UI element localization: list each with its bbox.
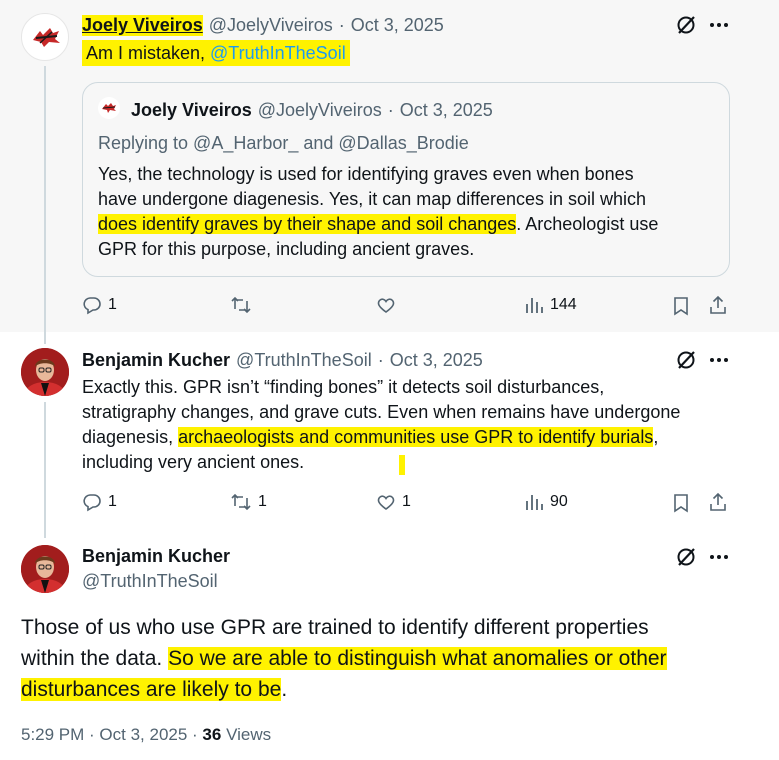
separator-dot: · xyxy=(338,15,345,35)
views-icon xyxy=(524,295,544,315)
like-icon xyxy=(376,492,396,512)
tweet-line-post: , xyxy=(653,427,659,447)
avatar[interactable] xyxy=(21,348,69,396)
quote-line: does identify graves by their shape and … xyxy=(98,212,718,237)
tweet-timestamp: 5:29 PM · Oct 3, 2025 · 36 Views xyxy=(21,725,271,745)
author-handle[interactable]: @TruthInTheSoil xyxy=(82,571,218,592)
highlighted-text: does identify graves by their shape and … xyxy=(98,214,517,234)
retweet-icon xyxy=(230,295,252,315)
highlighted-text: So we are able to distinguish what anoma… xyxy=(168,647,667,670)
tweet-time[interactable]: 5:29 PM · Oct 3, 2025 · xyxy=(21,725,202,744)
avatar[interactable] xyxy=(21,13,69,61)
author-name[interactable]: Benjamin Kucher xyxy=(82,546,230,567)
tweet-line-pre: within the data. xyxy=(21,647,169,670)
tweet-line: disturbances are likely to be. xyxy=(21,674,761,705)
tweet-3-text: Those of us who use GPR are trained to i… xyxy=(21,612,761,705)
views-icon xyxy=(524,492,544,512)
quote-line: GPR for this purpose, including ancient … xyxy=(98,239,475,259)
author-name[interactable]: Benjamin Kucher xyxy=(82,350,230,371)
more-icon[interactable] xyxy=(708,546,730,568)
views-count: 90 xyxy=(550,493,568,510)
quote-text: Yes, the technology is used for identify… xyxy=(98,162,718,262)
quote-line-rest: . Archeologist use xyxy=(516,214,659,234)
reply-button[interactable]: 1 xyxy=(82,295,117,315)
retweet-button[interactable] xyxy=(230,295,258,315)
tweet-date[interactable]: Oct 3, 2025 xyxy=(351,15,444,36)
more-icon[interactable] xyxy=(708,349,730,371)
separator-dot: · xyxy=(387,100,394,120)
tweet-date[interactable]: Oct 3, 2025 xyxy=(390,350,483,371)
quote-header: Joely Viveiros @JoelyViveiros · Oct 3, 2… xyxy=(131,100,493,121)
retweet-count: 1 xyxy=(258,493,267,510)
quote-avatar xyxy=(98,97,120,119)
replying-to: Replying to @A_Harbor_ and @Dallas_Brodi… xyxy=(98,133,469,153)
retweet-icon xyxy=(230,492,252,512)
reply-button[interactable]: 1 xyxy=(82,492,117,512)
tweet-2-text: Exactly this. GPR isn’t “finding bones” … xyxy=(82,375,742,475)
quote-author-handle: @JoelyViveiros xyxy=(257,100,382,120)
thread-line xyxy=(44,66,46,344)
bookmark-icon[interactable] xyxy=(672,296,690,316)
reply-count: 1 xyxy=(108,296,117,313)
like-button[interactable] xyxy=(376,295,402,315)
reply-count: 1 xyxy=(108,493,117,510)
grok-icon[interactable] xyxy=(675,546,697,568)
more-icon[interactable] xyxy=(708,14,730,36)
tweet-2-header: Benjamin Kucher @TruthInTheSoil · Oct 3,… xyxy=(82,348,483,373)
tweet-line-pre: diagenesis, xyxy=(82,427,179,447)
like-button[interactable]: 1 xyxy=(376,492,411,512)
author-name[interactable]: Joely Viveiros xyxy=(82,15,203,36)
avatar[interactable] xyxy=(21,545,69,593)
grok-icon[interactable] xyxy=(675,349,697,371)
mention-link[interactable]: @TruthInTheSoil xyxy=(210,43,346,63)
views-button[interactable]: 144 xyxy=(524,295,577,315)
share-icon[interactable] xyxy=(708,492,728,512)
quote-line: have undergone diagenesis. Yes, it can m… xyxy=(98,189,647,209)
thread-line xyxy=(44,402,46,538)
reply-icon xyxy=(82,295,102,315)
quote-author-name: Joely Viveiros xyxy=(131,100,252,120)
grok-icon[interactable] xyxy=(675,14,697,36)
views-count: 36 xyxy=(202,725,222,744)
highlighted-text: disturbances are likely to be xyxy=(21,678,282,701)
tweet-line: Exactly this. GPR isn’t “finding bones” … xyxy=(82,377,605,397)
highlighted-text: archaeologists and communities use GPR t… xyxy=(178,427,654,447)
tweet-line: including very ancient ones. xyxy=(82,452,305,472)
author-handle[interactable]: @JoelyViveiros xyxy=(209,15,333,36)
views-label: Views xyxy=(221,725,272,744)
reply-icon xyxy=(82,492,102,512)
highlight-mark xyxy=(399,455,405,475)
tweet-line: stratigraphy changes, and grave cuts. Ev… xyxy=(82,402,681,422)
like-count: 1 xyxy=(402,493,411,510)
share-icon[interactable] xyxy=(708,295,728,315)
tweet-1-header: Joely Viveiros @JoelyViveiros · Oct 3, 2… xyxy=(82,13,444,38)
quote-date: Oct 3, 2025 xyxy=(399,100,493,120)
retweet-button[interactable]: 1 xyxy=(230,492,267,512)
separator-dot: · xyxy=(377,350,384,370)
tweet-line: within the data. So we are able to disti… xyxy=(21,643,761,674)
views-button[interactable]: 90 xyxy=(524,492,568,512)
like-icon xyxy=(376,295,396,315)
tweet-text: Am I mistaken, xyxy=(86,43,211,63)
bookmark-icon[interactable] xyxy=(672,493,690,513)
quote-line: Yes, the technology is used for identify… xyxy=(98,164,634,184)
tweet-1-text: Am I mistaken, @TruthInTheSoil xyxy=(82,40,350,66)
tweet-line: diagenesis, archaeologists and communiti… xyxy=(82,425,742,450)
tweet-line-post: . xyxy=(281,678,288,701)
tweet-line: Those of us who use GPR are trained to i… xyxy=(21,616,649,639)
views-count: 144 xyxy=(550,296,577,313)
author-handle[interactable]: @TruthInTheSoil xyxy=(236,350,372,371)
